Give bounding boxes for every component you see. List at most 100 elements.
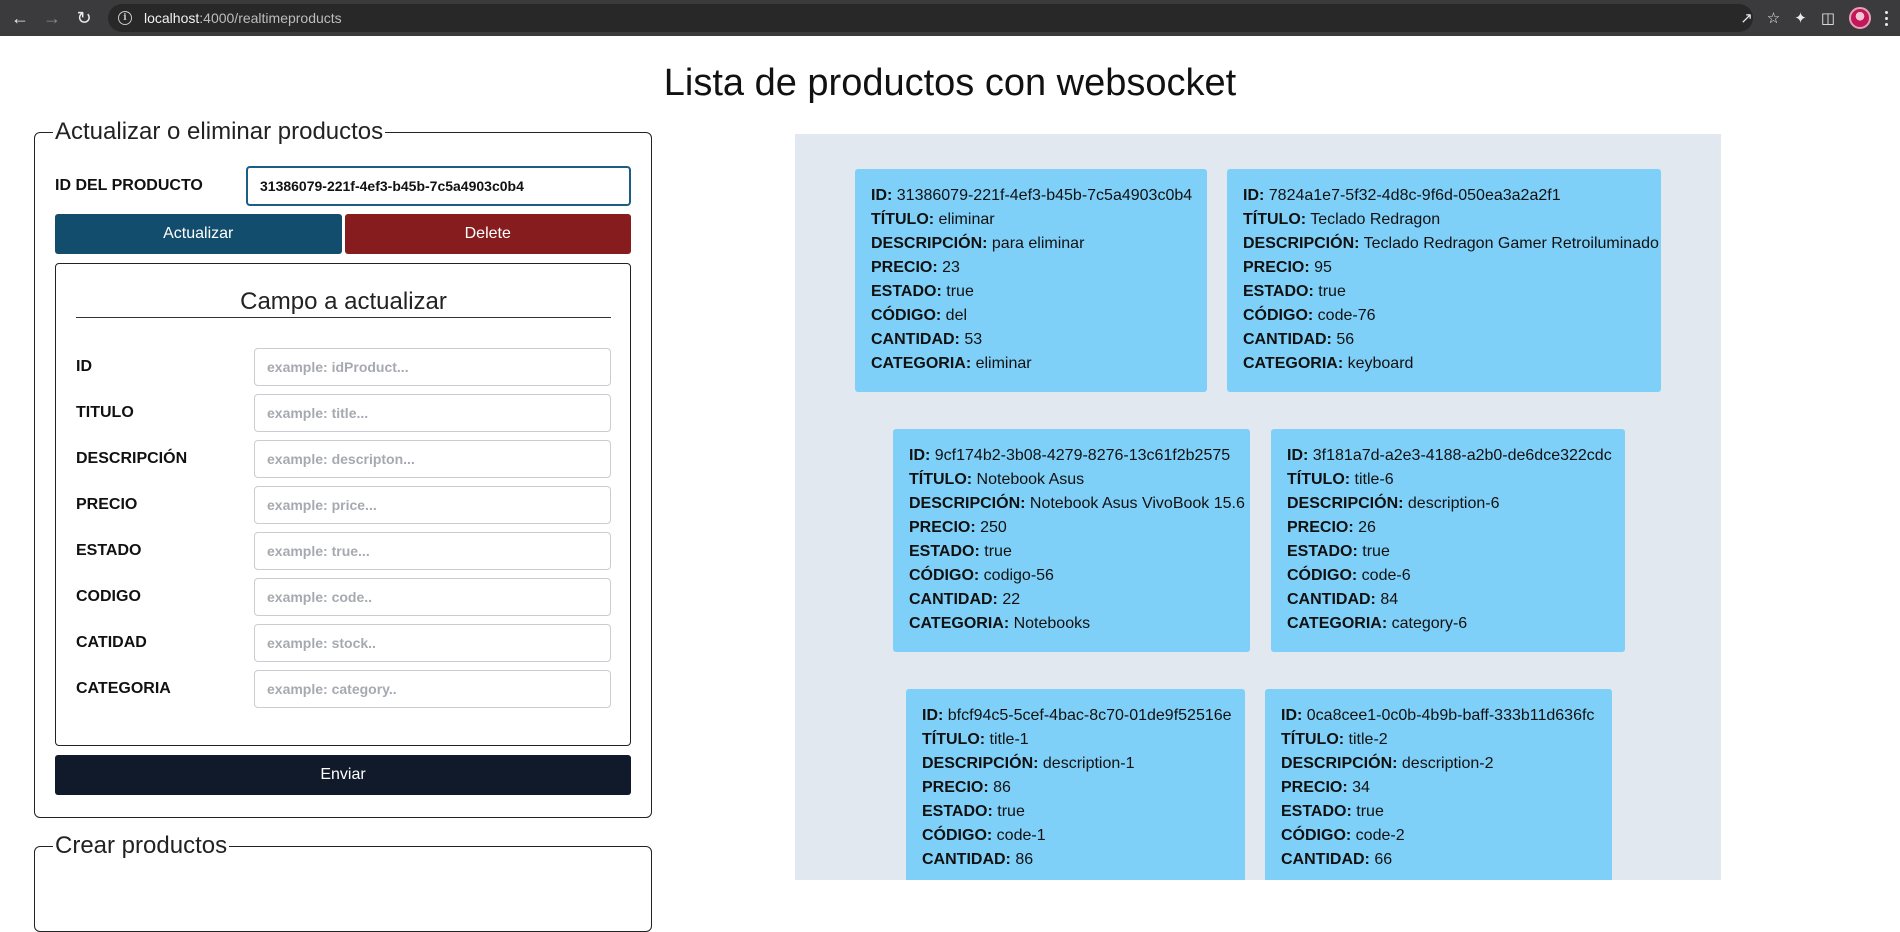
field-row-code: CODIGO	[76, 578, 611, 616]
field-input-status[interactable]	[254, 532, 611, 570]
extensions-puzzle-icon[interactable]: ✦	[1794, 9, 1807, 27]
send-button[interactable]: Enviar	[55, 755, 631, 795]
field-label-id: ID	[76, 358, 92, 375]
product-card: ID: 0ca8cee1-0c0b-4b9b-baff-333b11d636fc…	[1265, 689, 1612, 880]
menu-kebab-icon[interactable]	[1885, 10, 1888, 26]
field-label-title: TITULO	[76, 404, 134, 421]
address-bar[interactable]: i localhost:4000/realtimeproducts	[108, 4, 1753, 32]
product-card: ID: 31386079-221f-4ef3-b45b-7c5a4903c0b4…	[855, 169, 1207, 392]
product-description-line: DESCRIPCIÓN: description-1	[922, 755, 1135, 772]
product-status-line: ESTADO: true	[1243, 283, 1346, 300]
product-title-line: TÍTULO: title-2	[1281, 731, 1388, 748]
field-input-title[interactable]	[254, 394, 611, 432]
delete-button[interactable]: Delete	[344, 214, 631, 254]
product-code-line: CÓDIGO: code-6	[1287, 567, 1411, 584]
product-price-line: PRECIO: 34	[1281, 779, 1370, 796]
product-status-line: ESTADO: true	[909, 543, 1012, 560]
field-input-price[interactable]	[254, 486, 611, 524]
field-label-stock: CATIDAD	[76, 634, 147, 651]
product-description-line: DESCRIPCIÓN: Notebook Asus VivoBook 15.6	[909, 495, 1245, 512]
product-stock-line: CANTIDAD: 84	[1287, 591, 1399, 608]
product-status-line: ESTADO: true	[922, 803, 1025, 820]
site-info-icon[interactable]: i	[118, 11, 132, 25]
bookmark-star-icon[interactable]: ☆	[1767, 9, 1780, 27]
product-price-line: PRECIO: 95	[1243, 259, 1332, 276]
product-description-line: DESCRIPCIÓN: description-6	[1287, 495, 1500, 512]
product-card: ID: 9cf174b2-3b08-4279-8276-13c61f2b2575…	[893, 429, 1250, 652]
product-id-line: ID: 9cf174b2-3b08-4279-8276-13c61f2b2575	[909, 447, 1231, 464]
field-row-status: ESTADO	[76, 532, 611, 570]
products-panel: ID: 31386079-221f-4ef3-b45b-7c5a4903c0b4…	[795, 134, 1721, 880]
field-row-description: DESCRIPCIÓN	[76, 440, 611, 478]
field-input-description[interactable]	[254, 440, 611, 478]
product-code-line: CÓDIGO: codigo-56	[909, 567, 1054, 584]
field-input-code[interactable]	[254, 578, 611, 616]
field-label-price: PRECIO	[76, 496, 138, 513]
product-title-line: TÍTULO: Teclado Redragon	[1243, 211, 1441, 228]
field-row-id: ID	[76, 348, 611, 386]
field-label-code: CODIGO	[76, 588, 141, 605]
product-code-line: CÓDIGO: code-76	[1243, 307, 1376, 324]
product-description-line: DESCRIPCIÓN: description-2	[1281, 755, 1494, 772]
field-input-category[interactable]	[254, 670, 611, 708]
field-label-category: CATEGORIA	[76, 680, 171, 697]
profile-avatar[interactable]	[1849, 7, 1871, 29]
field-label-status: ESTADO	[76, 542, 142, 559]
product-card: ID: 3f181a7d-a2e3-4188-a2b0-de6dce322cdc…	[1271, 429, 1625, 652]
product-code-line: CÓDIGO: code-1	[922, 827, 1046, 844]
product-id-line: ID: bfcf94c5-5cef-4bac-8c70-01de9f52516e	[922, 707, 1232, 724]
product-title-line: TÍTULO: eliminar	[871, 211, 995, 228]
field-input-stock[interactable]	[254, 624, 611, 662]
side-panel-icon[interactable]: ◫	[1821, 9, 1835, 27]
field-row-stock: CATIDAD	[76, 624, 611, 662]
product-category-line: CATEGORIA: Notebooks	[909, 615, 1091, 632]
browser-toolbar: ← → ↻ i localhost:4000/realtimeproducts …	[0, 0, 1900, 36]
product-stock-line: CANTIDAD: 86	[922, 851, 1034, 868]
field-row-price: PRECIO	[76, 486, 611, 524]
product-price-line: PRECIO: 86	[922, 779, 1011, 796]
field-row-category: CATEGORIA	[76, 670, 611, 708]
product-description-line: DESCRIPCIÓN: para eliminar	[871, 235, 1085, 252]
product-id-line: ID: 3f181a7d-a2e3-4188-a2b0-de6dce322cdc	[1287, 447, 1612, 464]
field-label-description: DESCRIPCIÓN	[76, 450, 188, 467]
product-description-line: DESCRIPCIÓN: Teclado Redragon Gamer Retr…	[1243, 235, 1659, 252]
product-card: ID: bfcf94c5-5cef-4bac-8c70-01de9f52516e…	[906, 689, 1245, 880]
product-id-input[interactable]	[246, 166, 631, 206]
title-divider	[76, 317, 611, 318]
product-price-line: PRECIO: 250	[909, 519, 1007, 536]
product-category-line: CATEGORIA: keyboard	[1243, 355, 1414, 372]
url-text[interactable]: localhost:4000/realtimeproducts	[144, 10, 342, 26]
action-buttons: Actualizar Delete	[55, 214, 631, 254]
forward-arrow-icon[interactable]: →	[36, 2, 68, 34]
product-price-line: PRECIO: 26	[1287, 519, 1376, 536]
product-status-line: ESTADO: true	[1287, 543, 1390, 560]
product-stock-line: CANTIDAD: 22	[909, 591, 1021, 608]
product-id-row: ID DEL PRODUCTO	[55, 166, 631, 206]
update-fields-card: Campo a actualizar ID TITULO DESCRIPCIÓN…	[55, 263, 631, 746]
reload-icon[interactable]: ↻	[68, 2, 100, 34]
product-id-label: ID DEL PRODUCTO	[55, 177, 203, 194]
product-id-line: ID: 7824a1e7-5f32-4d8c-9f6d-050ea3a2a2f1	[1243, 187, 1561, 204]
field-input-id[interactable]	[254, 348, 611, 386]
product-category-line: CATEGORIA: eliminar	[871, 355, 1032, 372]
product-id-line: ID: 0ca8cee1-0c0b-4b9b-baff-333b11d636fc	[1281, 707, 1595, 724]
product-price-line: PRECIO: 23	[871, 259, 960, 276]
product-title-line: TÍTULO: Notebook Asus	[909, 471, 1085, 488]
product-code-line: CÓDIGO: code-2	[1281, 827, 1405, 844]
product-code-line: CÓDIGO: del	[871, 307, 968, 324]
update-delete-legend: Actualizar o eliminar productos	[55, 118, 384, 145]
field-row-title: TITULO	[76, 394, 611, 432]
update-button[interactable]: Actualizar	[55, 214, 342, 254]
product-title-line: TÍTULO: title-6	[1287, 471, 1394, 488]
back-arrow-icon[interactable]: ←	[4, 2, 36, 34]
create-products-legend: Crear productos	[55, 832, 228, 859]
product-category-line: CATEGORIA: category-6	[1287, 615, 1468, 632]
update-fields-title: Campo a actualizar	[240, 288, 447, 315]
share-icon[interactable]: ↗	[1740, 9, 1753, 27]
product-stock-line: CANTIDAD: 53	[871, 331, 983, 348]
page-title: Lista de productos con websocket	[663, 62, 1237, 104]
product-status-line: ESTADO: true	[1281, 803, 1384, 820]
product-title-line: TÍTULO: title-1	[922, 731, 1029, 748]
product-stock-line: CANTIDAD: 66	[1281, 851, 1393, 868]
product-stock-line: CANTIDAD: 56	[1243, 331, 1355, 348]
